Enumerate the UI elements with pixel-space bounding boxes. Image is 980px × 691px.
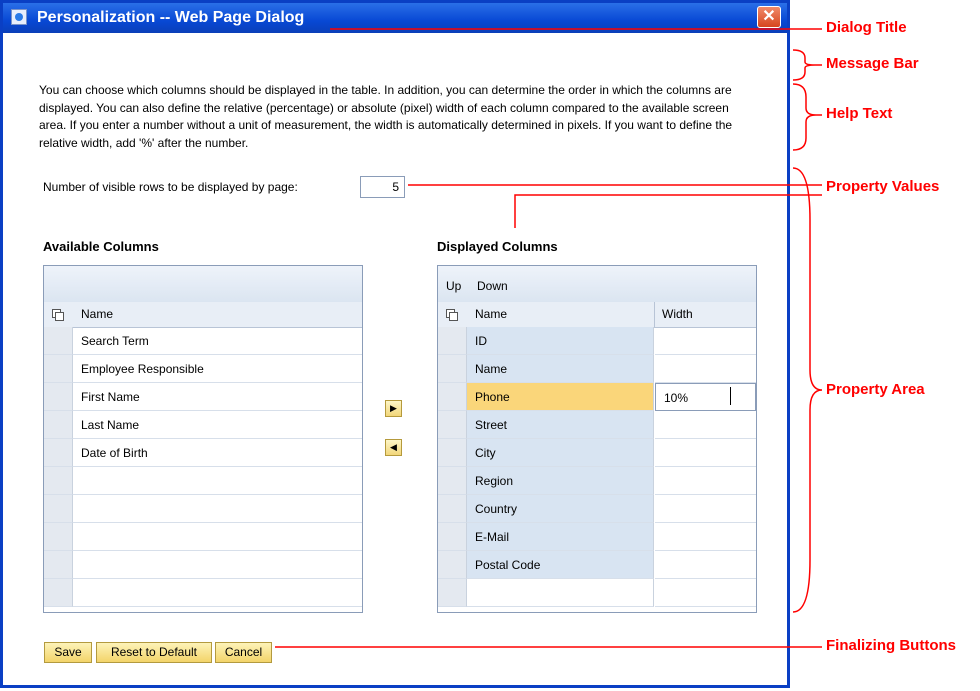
help-text-brace [792, 83, 817, 151]
annotation-finalizing-buttons: Finalizing Buttons [826, 637, 956, 654]
annotation-message-bar: Message Bar [826, 55, 919, 72]
annotation-property-values: Property Values [826, 178, 940, 195]
message-bar-brace [792, 49, 816, 81]
property-values-pointer-2 [514, 194, 822, 228]
property-area-brace [792, 167, 823, 613]
annotation-lines [275, 28, 823, 648]
annotation-help-text: Help Text [826, 105, 893, 122]
annotation-dialog-title: Dialog Title [826, 19, 907, 36]
annotation-property-area: Property Area [826, 381, 925, 398]
